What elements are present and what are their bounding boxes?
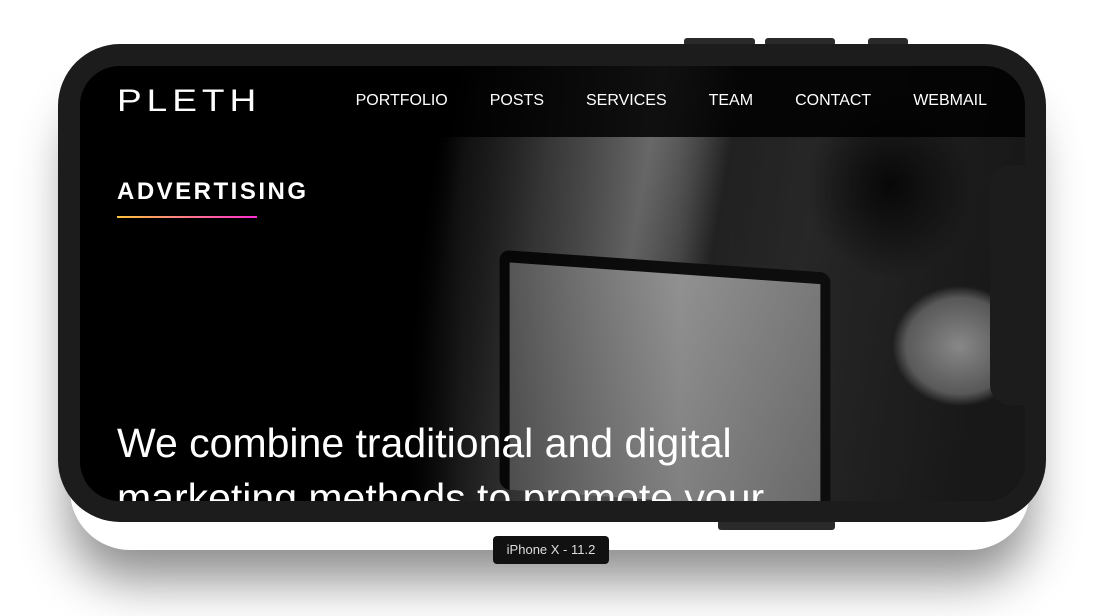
nav-menu: PORTFOLIO POSTS SERVICES TEAM CONTACT WE… [356,92,987,110]
device-screen: PLETH PORTFOLIO POSTS SERVICES TEAM CONT… [80,66,1025,501]
nav-contact[interactable]: CONTACT [795,92,871,110]
nav-services[interactable]: SERVICES [586,92,667,110]
device-notch [990,165,1030,405]
section-title: ADVERTISING [117,178,309,205]
hero-headline: We combine traditional and digital marke… [117,420,765,501]
nav-webmail[interactable]: WEBMAIL [913,92,987,110]
accent-underline [117,216,257,218]
nav-portfolio[interactable]: PORTFOLIO [356,92,448,110]
device-label: iPhone X - 11.2 [493,536,609,564]
nav-posts[interactable]: POSTS [490,92,544,110]
top-nav: PLETH PORTFOLIO POSTS SERVICES TEAM CONT… [80,66,1025,137]
nav-team[interactable]: TEAM [709,92,753,110]
logo[interactable]: PLETH [117,83,261,119]
